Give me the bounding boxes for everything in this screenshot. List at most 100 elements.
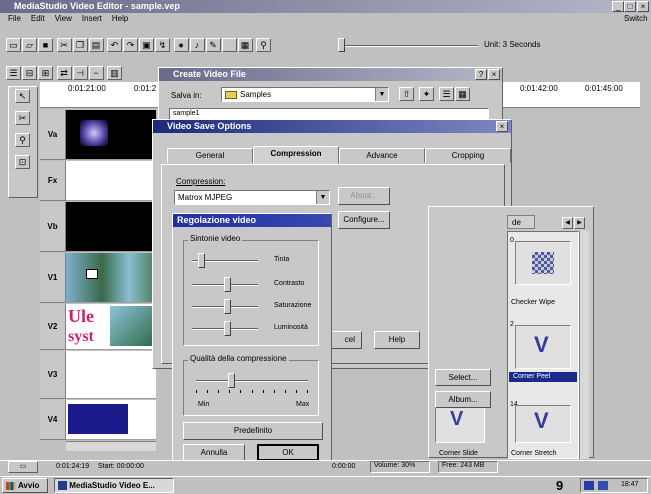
undo-icon[interactable]: ↶	[107, 38, 123, 52]
menu-edit[interactable]: Edit	[31, 13, 45, 25]
tab-cropping[interactable]: Cropping	[425, 148, 511, 163]
create-video-close-button[interactable]: ×	[488, 69, 500, 80]
about-button[interactable]: About...	[338, 187, 390, 205]
track-icon[interactable]: ⊟	[22, 66, 37, 80]
start-button[interactable]: Avvio	[2, 478, 48, 493]
track-label-v3[interactable]: V3	[40, 351, 66, 399]
save-options-close-button[interactable]: ×	[496, 121, 508, 132]
fx-icon[interactable]: ↯	[155, 38, 171, 52]
tab-compression[interactable]: Compression	[253, 146, 339, 164]
scissors-tool-icon[interactable]: ✂	[15, 111, 30, 125]
saturation-slider-thumb[interactable]	[224, 299, 231, 314]
corner-peel-label-selected[interactable]: Corner Peel	[509, 372, 577, 382]
paste-icon[interactable]: ▤	[88, 38, 104, 52]
track-row-vb[interactable]	[66, 202, 156, 252]
menu-view[interactable]: View	[55, 13, 72, 25]
va-clip-thumbnail[interactable]	[80, 120, 108, 146]
quality-slider[interactable]	[196, 373, 308, 395]
minus-icon[interactable]: −	[88, 66, 104, 80]
track-row-v4[interactable]	[66, 400, 156, 440]
quality-slider-thumb[interactable]	[228, 373, 235, 388]
annulla-button[interactable]: Annulla	[183, 444, 245, 461]
zoom-icon[interactable]: ⚲	[256, 38, 272, 52]
tint-slider-thumb[interactable]	[198, 253, 205, 268]
list-view-icon[interactable]: ☰	[439, 87, 454, 101]
maximize-button[interactable]: □	[624, 1, 636, 12]
library-vscroll[interactable]	[579, 231, 589, 459]
minimize-button[interactable]: _	[612, 1, 624, 12]
cut-icon[interactable]: ✂	[56, 38, 72, 52]
tab-general[interactable]: General	[167, 148, 253, 163]
tint-slider[interactable]	[192, 253, 262, 269]
track-label-va[interactable]: Va	[40, 110, 66, 160]
arrow-tool-icon[interactable]: ↖	[15, 89, 30, 103]
zoom-slider-thumb[interactable]	[338, 38, 345, 52]
menu-switch[interactable]: Switch	[624, 14, 648, 23]
track-row-fx[interactable]	[66, 161, 156, 201]
status-toggle-icon[interactable]: ▭	[8, 461, 38, 473]
clip-properties-icon[interactable]: ▥	[107, 66, 123, 80]
contrast-slider[interactable]	[192, 277, 262, 293]
camera-icon[interactable]: ●	[173, 38, 189, 52]
blank-tool-icon[interactable]	[221, 38, 237, 52]
save-icon[interactable]: ■	[38, 38, 53, 52]
chevron-down-icon[interactable]: ▼	[375, 88, 388, 101]
compression-select[interactable]: Matrox MJPEG ▼	[174, 190, 330, 205]
zoom-slider[interactable]	[338, 38, 478, 52]
copy-icon[interactable]: ❐	[72, 38, 88, 52]
track-label-vb[interactable]: Vb	[40, 202, 66, 252]
chevron-down-icon[interactable]: ▼	[316, 191, 329, 204]
redo-icon[interactable]: ↷	[123, 38, 139, 52]
track-label-v2[interactable]: V2	[40, 304, 66, 350]
corner-stretch-thumbnail[interactable]: V	[515, 405, 571, 443]
task-mediastudio[interactable]: MediaStudio Video E...	[54, 478, 174, 493]
corner-slide-thumbnail[interactable]: V	[435, 405, 485, 443]
file-item[interactable]: sample1	[173, 110, 199, 117]
corner-peel-thumbnail[interactable]: V	[515, 325, 571, 369]
time-tool-icon[interactable]: ⊡	[15, 155, 30, 169]
create-video-help-button[interactable]: ?	[475, 69, 487, 80]
checker-wipe-thumbnail[interactable]	[515, 241, 571, 285]
library-tab-partial[interactable]: de	[507, 215, 535, 229]
brightness-slider[interactable]	[192, 321, 262, 337]
track-row-v3[interactable]	[66, 351, 156, 399]
new-file-icon[interactable]: ▭	[6, 38, 21, 52]
saturation-slider[interactable]	[192, 299, 262, 315]
tray-volume-icon[interactable]	[584, 481, 594, 490]
timeline-icon[interactable]: ☰	[6, 66, 21, 80]
audio-icon[interactable]: ♪	[189, 38, 205, 52]
album-button[interactable]: Album...	[435, 391, 491, 408]
track-row-va[interactable]	[66, 110, 156, 160]
v4-clip[interactable]	[68, 404, 128, 434]
edit-icon[interactable]: ✎	[205, 38, 221, 52]
up-folder-icon[interactable]: ⇧	[399, 87, 414, 101]
marker-icon[interactable]: ⊞	[38, 66, 53, 80]
track-label-v1[interactable]: V1	[40, 253, 66, 303]
track-row-v1[interactable]	[66, 253, 156, 303]
insert-clip-icon[interactable]: ▣	[139, 38, 155, 52]
timeline-hscroll[interactable]	[66, 441, 156, 451]
tab-scroll-left-icon[interactable]: ◀	[562, 217, 573, 229]
default-button[interactable]: Predefinito	[183, 422, 323, 440]
brightness-slider-thumb[interactable]	[224, 321, 231, 336]
track-row-v2[interactable]: Ule syst	[66, 304, 156, 350]
menu-file[interactable]: File	[8, 13, 21, 25]
help-button[interactable]: Help	[374, 331, 420, 349]
open-file-icon[interactable]: ▱	[22, 38, 37, 52]
configure-button[interactable]: Configure...	[338, 211, 390, 229]
new-folder-icon[interactable]: ✦	[419, 87, 434, 101]
track-label-v4[interactable]: V4	[40, 400, 66, 440]
grid-icon[interactable]: ▦	[237, 38, 253, 52]
close-button[interactable]: ×	[637, 1, 649, 12]
details-view-icon[interactable]: ▦	[455, 87, 470, 101]
save-in-combobox[interactable]: Samples ▼	[221, 87, 389, 102]
split-icon[interactable]: ⊣	[72, 66, 88, 80]
magnifier-tool-icon[interactable]: ⚲	[15, 133, 30, 147]
select-button[interactable]: Select...	[435, 369, 491, 386]
ripple-icon[interactable]: ⇄	[56, 66, 72, 80]
contrast-slider-thumb[interactable]	[224, 277, 231, 292]
ok-button[interactable]: OK	[257, 444, 319, 461]
tab-scroll-right-icon[interactable]: ▶	[574, 217, 585, 229]
tab-advance[interactable]: Advance	[339, 148, 425, 163]
menu-help[interactable]: Help	[112, 13, 128, 25]
